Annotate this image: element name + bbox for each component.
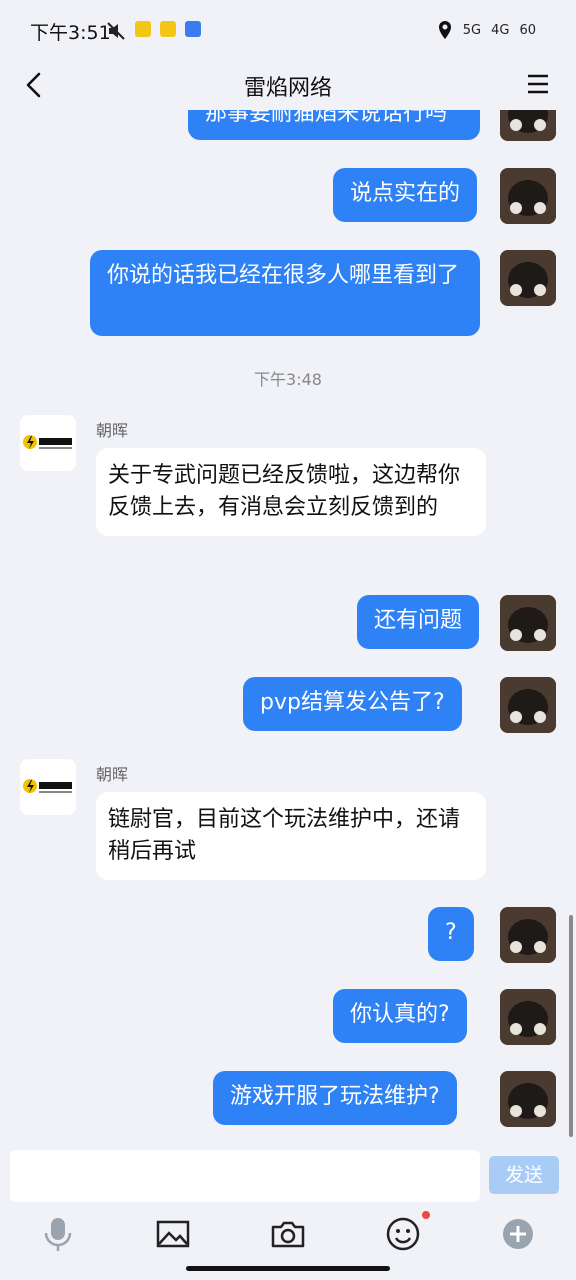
message-bubble-incoming[interactable]: 关于专武问题已经反馈啦，这边帮你反馈上去，有消息会立刻反馈到的 — [96, 448, 486, 536]
add-more-icon[interactable] — [498, 1214, 538, 1254]
image-icon[interactable] — [153, 1214, 193, 1254]
leiyan-logo-icon — [23, 779, 72, 793]
message-bubble-outgoing[interactable]: 还有问题 — [357, 595, 480, 649]
user-avatar-image — [500, 677, 556, 733]
message-bubble-outgoing[interactable]: 那事要耐猫焰来说话行吗 — [188, 110, 480, 140]
user-avatar-image — [500, 595, 556, 651]
location-icon — [438, 21, 451, 39]
user-avatar-image — [500, 1071, 556, 1127]
user-avatar[interactable] — [500, 595, 556, 651]
emoji-icon[interactable] — [383, 1214, 423, 1254]
mute-icon — [107, 22, 125, 40]
user-avatar[interactable] — [500, 907, 556, 963]
chat-header: 雷焰网络 — [0, 60, 576, 110]
message-bubble-outgoing[interactable]: 游戏开服了玩法维护? — [213, 1071, 457, 1125]
message-list[interactable]: 那事要耐猫焰来说话行吗 说点实在的 你说的话我已经在很多人哪里看到了 下午3:4… — [0, 110, 576, 1140]
home-indicator[interactable] — [186, 1266, 390, 1271]
network-5g: 5G — [462, 22, 482, 38]
camera-icon[interactable] — [268, 1214, 308, 1254]
status-indicators: 5G 4G 60 — [437, 20, 536, 40]
message-bubble-outgoing[interactable]: 你认真的? — [333, 989, 467, 1043]
user-avatar[interactable] — [500, 989, 556, 1045]
message-timestamp: 下午3:48 — [254, 370, 322, 389]
microphone-icon[interactable] — [38, 1214, 78, 1254]
app-notification-icon-2 — [185, 21, 201, 37]
chat-title: 雷焰网络 — [243, 76, 332, 101]
network-4g: 4G — [491, 22, 510, 38]
message-bubble-incoming[interactable]: 链尉官，目前这个玩法维护中，还请稍后再试 — [96, 792, 486, 880]
send-button[interactable]: 发送 — [489, 1156, 559, 1194]
leiyan-logo-icon — [23, 435, 72, 449]
battery-level: 60 — [519, 22, 536, 38]
message-bubble-outgoing[interactable]: pvp结算发公告了? — [243, 677, 462, 731]
user-avatar[interactable] — [500, 110, 556, 141]
message-input[interactable] — [10, 1150, 480, 1202]
notification-dot — [422, 1211, 430, 1219]
user-avatar-image — [500, 250, 556, 306]
status-time: 下午3:51 — [30, 22, 111, 44]
menu-icon[interactable] — [526, 72, 550, 96]
message-bubble-outgoing[interactable]: ? — [428, 907, 474, 961]
sender-name: 朝晖 — [96, 765, 129, 784]
user-avatar[interactable] — [500, 677, 556, 733]
input-area: 发送 — [0, 1138, 576, 1280]
taobao-notification-icon — [160, 21, 176, 37]
user-avatar-image — [500, 907, 556, 963]
user-avatar[interactable] — [500, 1071, 556, 1127]
app-notification-icon — [135, 21, 151, 37]
user-avatar-image — [500, 110, 556, 141]
status-bar: 下午3:51 5G 4G 60 — [0, 0, 576, 60]
service-avatar[interactable] — [20, 759, 76, 815]
sender-name: 朝晖 — [96, 421, 129, 440]
user-avatar-image — [500, 168, 556, 224]
user-avatar[interactable] — [500, 250, 556, 306]
user-avatar[interactable] — [500, 168, 556, 224]
scrollbar[interactable] — [569, 915, 573, 1137]
service-avatar[interactable] — [20, 415, 76, 471]
message-bubble-outgoing[interactable]: 说点实在的 — [333, 168, 478, 222]
message-bubble-outgoing[interactable]: 你说的话我已经在很多人哪里看到了 — [90, 250, 480, 336]
user-avatar-image — [500, 989, 556, 1045]
